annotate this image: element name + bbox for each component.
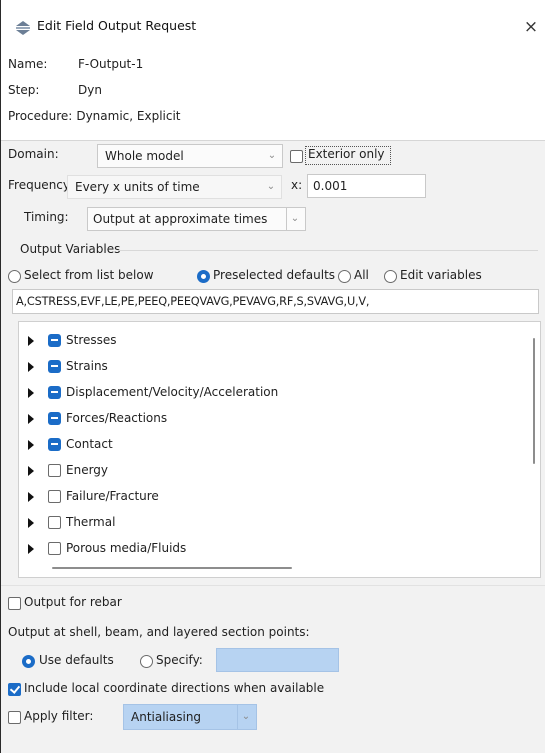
step-value: Dyn xyxy=(78,83,102,97)
chevron-down-icon: ⌄ xyxy=(237,705,254,729)
specify-label: Specify: xyxy=(156,653,203,667)
partial-checkbox[interactable] xyxy=(48,438,61,451)
partial-checkbox[interactable] xyxy=(48,360,61,373)
output-variables-tree[interactable]: Stresses Strains Displacement/Velocity/A… xyxy=(18,321,541,578)
edit-field-output-dialog: Edit Field Output Request × Name: F-Outpu… xyxy=(0,0,545,753)
title-bar: Edit Field Output Request × xyxy=(1,0,545,44)
chevron-down-icon: ⌄ xyxy=(266,181,276,192)
local-coordinates-checkbox[interactable] xyxy=(8,683,21,696)
chevron-down-icon: ⌄ xyxy=(286,208,303,230)
procedure-row: Procedure: Dynamic, Explicit xyxy=(8,109,181,123)
expand-arrow-icon[interactable] xyxy=(28,466,34,476)
tree-item-label: Porous media/Fluids xyxy=(66,541,187,555)
tree-checkbox[interactable] xyxy=(48,516,61,529)
exterior-only-label: Exterior only xyxy=(308,147,385,161)
divider xyxy=(1,585,545,586)
expand-arrow-icon[interactable] xyxy=(28,492,34,502)
window-title: Edit Field Output Request xyxy=(37,18,197,33)
x-label: x: xyxy=(291,178,303,192)
expand-arrow-icon[interactable] xyxy=(28,414,34,424)
procedure-value: Dynamic, Explicit xyxy=(76,109,181,123)
apply-filter-label: Apply filter: xyxy=(24,709,94,723)
name-label: Name: xyxy=(8,57,48,71)
exterior-only-checkbox[interactable] xyxy=(290,150,303,163)
select-from-list-label: Select from list below xyxy=(24,268,154,282)
output-variables-heading: Output Variables xyxy=(20,242,121,256)
time-interval-input[interactable]: 0.001 xyxy=(307,174,426,198)
edit-variables-radio[interactable] xyxy=(384,270,397,283)
time-interval-value: 0.001 xyxy=(313,179,348,193)
chevron-down-icon: ⌄ xyxy=(267,150,277,161)
filter-select[interactable]: Antialiasing ⌄ xyxy=(123,704,257,730)
tree-item-label: Strains xyxy=(66,359,108,373)
filter-value: Antialiasing xyxy=(131,710,202,724)
expand-arrow-icon[interactable] xyxy=(28,440,34,450)
specify-input[interactable] xyxy=(216,648,339,672)
select-from-list-radio[interactable] xyxy=(8,270,21,283)
tree-item-label: Contact xyxy=(66,437,113,451)
frequency-value: Every x units of time xyxy=(75,180,200,194)
frequency-label: Frequency: xyxy=(8,178,74,192)
expand-arrow-icon[interactable] xyxy=(28,336,34,346)
partial-checkbox[interactable] xyxy=(48,412,61,425)
preselected-defaults-radio[interactable] xyxy=(197,270,210,283)
domain-value: Whole model xyxy=(105,149,184,163)
all-label: All xyxy=(354,268,369,282)
expand-arrow-icon[interactable] xyxy=(28,362,34,372)
variables-text-field[interactable]: A,CSTRESS,EVF,LE,PE,PEEQ,PEEQVAVG,PEVAVG… xyxy=(12,289,539,314)
use-defaults-radio[interactable] xyxy=(22,655,35,668)
timing-value: Output at approximate times xyxy=(93,212,268,226)
divider xyxy=(1,140,545,141)
expand-arrow-icon[interactable] xyxy=(28,544,34,554)
variables-text: A,CSTRESS,EVF,LE,PE,PEEQ,PEEQVAVG,PEVAVG… xyxy=(16,295,370,308)
expand-arrow-icon[interactable] xyxy=(28,518,34,528)
timing-label: Timing: xyxy=(24,210,69,224)
procedure-label: Procedure: xyxy=(8,109,73,123)
tree-checkbox[interactable] xyxy=(48,542,61,555)
tree-item-label: Displacement/Velocity/Acceleration xyxy=(66,385,279,399)
tree-item-label: Energy xyxy=(66,463,109,477)
expand-arrow-icon[interactable] xyxy=(28,388,34,398)
edit-variables-label: Edit variables xyxy=(400,268,482,282)
tree-checkbox[interactable] xyxy=(48,464,61,477)
all-radio[interactable] xyxy=(338,270,351,283)
partial-checkbox[interactable] xyxy=(48,334,61,347)
step-label: Step: xyxy=(8,83,40,97)
tree-checkbox[interactable] xyxy=(48,490,61,503)
frequency-select[interactable]: Every x units of time ⌄ xyxy=(67,175,282,199)
timing-select[interactable]: Output at approximate times ⌄ xyxy=(87,207,306,231)
use-defaults-label: Use defaults xyxy=(39,653,114,667)
field-output-icon xyxy=(16,21,30,35)
tree-item-label: Failure/Fracture xyxy=(66,489,159,503)
horizontal-scrollbar[interactable] xyxy=(52,567,292,569)
name-value: F-Output-1 xyxy=(78,57,144,71)
local-coordinates-label: Include local coordinate directions when… xyxy=(24,681,325,695)
domain-select[interactable]: Whole model ⌄ xyxy=(97,144,283,168)
tree-item-label: Forces/Reactions xyxy=(66,411,168,425)
request-info: Name: F-Output-1 Step: Dyn Procedure: Dynam… xyxy=(1,44,545,140)
partial-checkbox[interactable] xyxy=(48,386,61,399)
group-divider xyxy=(118,250,538,251)
specify-radio[interactable] xyxy=(140,655,153,668)
apply-filter-checkbox[interactable] xyxy=(8,711,21,724)
section-points-label: Output at shell, beam, and layered secti… xyxy=(8,625,310,639)
tree-item-label: Thermal xyxy=(66,515,116,529)
preselected-defaults-label: Preselected defaults xyxy=(213,268,336,282)
name-row: Name: F-Output-1 xyxy=(8,57,143,71)
rebar-checkbox[interactable] xyxy=(8,597,21,610)
rebar-label: Output for rebar xyxy=(24,595,122,609)
close-button[interactable]: × xyxy=(517,14,545,40)
vertical-scrollbar[interactable] xyxy=(533,338,535,464)
domain-label: Domain: xyxy=(8,147,59,161)
tree-item-label: Stresses xyxy=(66,333,117,347)
step-row: Step: Dyn xyxy=(8,83,102,97)
